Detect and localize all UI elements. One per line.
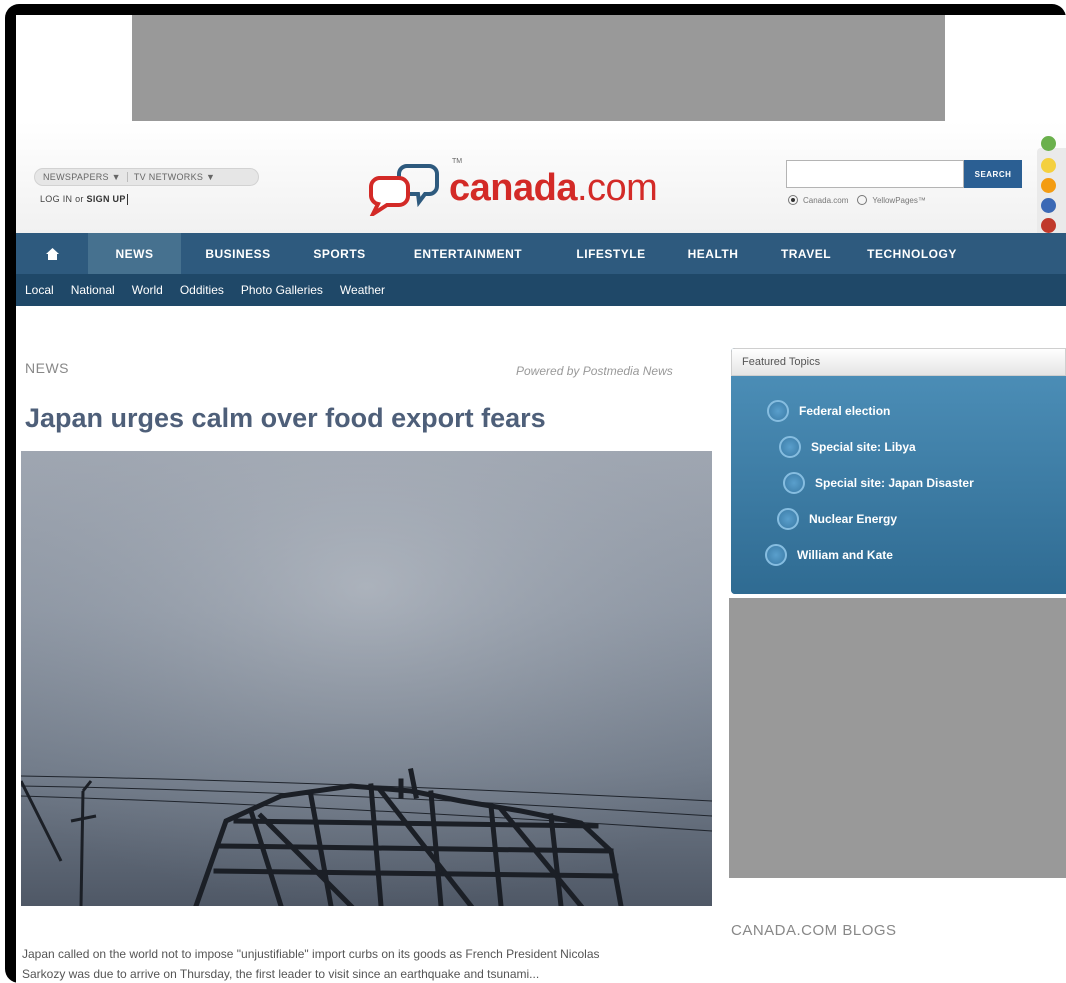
section-label: NEWS (25, 360, 69, 376)
search-button[interactable]: SEARCH (964, 160, 1022, 188)
twitter-icon[interactable] (1041, 218, 1056, 233)
article-headline: Japan urges calm over food export fears (25, 403, 546, 433)
tab-lifestyle[interactable]: LIFESTYLE (552, 233, 670, 274)
tv-networks-link[interactable]: TV NETWORKS ▼ (134, 172, 215, 182)
power-pylon-silhouette (21, 451, 712, 906)
radio-canada-com[interactable] (788, 195, 798, 205)
subnav-photo-galleries[interactable]: Photo Galleries (241, 283, 323, 297)
logo-wordmark: canada.com (449, 166, 658, 209)
search-input[interactable] (786, 160, 964, 188)
subnav-national[interactable]: National (71, 283, 115, 297)
bullet-icon (779, 436, 801, 458)
tab-business[interactable]: BUSINESS (181, 233, 295, 274)
divider (126, 172, 128, 182)
top-ad-placeholder[interactable] (132, 15, 945, 121)
subnav-oddities[interactable]: Oddities (180, 283, 224, 297)
bullet-icon (765, 544, 787, 566)
newspapers-link[interactable]: NEWSPAPERS ▼ (43, 172, 121, 182)
subnav-weather[interactable]: Weather (340, 283, 385, 297)
page: NEWSPAPERS ▼ TV NETWORKS ▼ LOG IN or SIG… (16, 15, 1066, 983)
facebook-icon[interactable] (1041, 198, 1056, 213)
bullet-icon (777, 508, 799, 530)
rss-icon[interactable] (1041, 158, 1056, 173)
featured-topics-list: Federal election Special site: Libya Spe… (731, 376, 1066, 594)
article-caption: Japan called on the world not to impose … (22, 944, 712, 983)
topic-item[interactable]: Special site: Libya (779, 436, 916, 458)
tab-sports[interactable]: SPORTS (295, 233, 384, 274)
search-scope-options: Canada.com YellowPages™ (788, 195, 926, 205)
featured-topics: Featured Topics Federal election Special… (731, 348, 1066, 594)
blogs-heading: CANADA.COM BLOGS (731, 922, 897, 939)
topic-item[interactable]: Special site: Japan Disaster (783, 472, 974, 494)
caption-line: Japan called on the world not to impose … (22, 947, 600, 961)
site-header: NEWSPAPERS ▼ TV NETWORKS ▼ LOG IN or SIG… (16, 121, 1066, 233)
bullet-icon (783, 472, 805, 494)
text-cursor (126, 194, 128, 206)
login-row: LOG IN or SIGN UP (40, 194, 128, 206)
network-switcher: NEWSPAPERS ▼ TV NETWORKS ▼ (34, 168, 259, 186)
email-icon[interactable] (1041, 178, 1056, 193)
site-logo[interactable]: canada.com TM (363, 158, 658, 218)
sub-nav: Local National World Oddities Photo Gall… (16, 274, 1066, 306)
topic-item[interactable]: Federal election (767, 400, 890, 422)
tab-technology[interactable]: TECHNOLOGY (856, 233, 968, 274)
home-icon (45, 247, 59, 260)
main-nav: NEWS BUSINESS SPORTS ENTERTAINMENT LIFES… (16, 233, 1066, 274)
option-label: Canada.com (803, 195, 849, 205)
or-text: or (75, 194, 84, 204)
option-label: YellowPages™ (872, 195, 926, 205)
topic-item[interactable]: William and Kate (765, 544, 893, 566)
tab-travel[interactable]: TRAVEL (756, 233, 856, 274)
featured-topics-title: Featured Topics (731, 348, 1066, 376)
signup-link[interactable]: SIGN UP (87, 194, 126, 204)
home-tab[interactable] (16, 233, 88, 274)
article-photo[interactable] (21, 451, 712, 906)
radio-yellowpages[interactable] (857, 195, 868, 205)
tab-health[interactable]: HEALTH (670, 233, 756, 274)
bullet-icon (767, 400, 789, 422)
android-icon[interactable] (1041, 136, 1056, 151)
topic-item[interactable]: Nuclear Energy (777, 508, 897, 530)
tab-entertainment[interactable]: ENTERTAINMENT (384, 233, 552, 274)
login-link[interactable]: LOG IN (40, 194, 72, 204)
subnav-local[interactable]: Local (25, 283, 54, 297)
subnav-world[interactable]: World (132, 283, 163, 297)
tab-news[interactable]: NEWS (88, 233, 181, 274)
powered-by[interactable]: Powered by Postmedia News (516, 364, 673, 378)
sidebar-ad-placeholder[interactable] (729, 598, 1066, 878)
logo-trademark: TM (452, 158, 463, 165)
speech-bubbles-icon (368, 164, 439, 216)
caption-line: Sarkozy was due to arrive on Thursday, t… (22, 967, 540, 981)
